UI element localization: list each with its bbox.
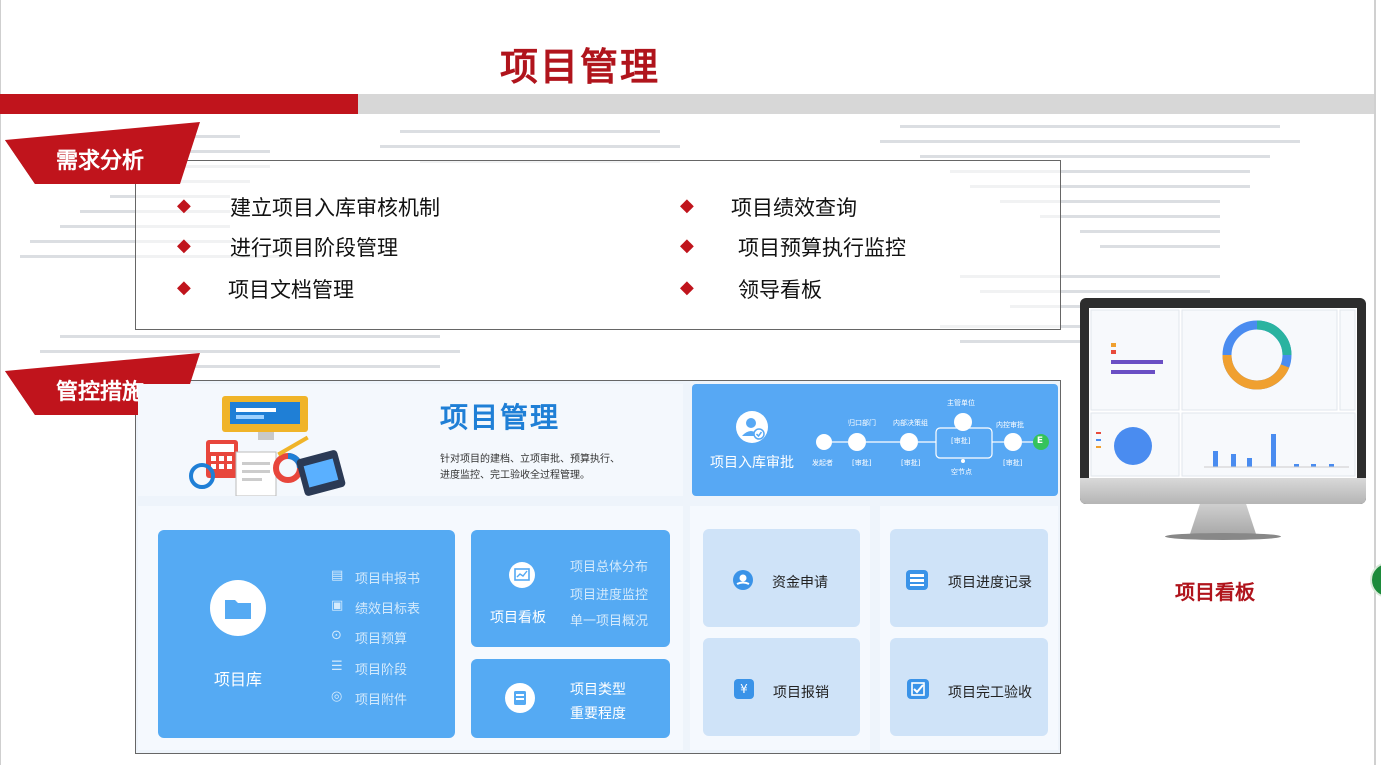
fund-application-label: 资金申请 <box>772 575 828 591</box>
flow-step-tag: [审批] <box>951 437 971 445</box>
fund-hand-icon <box>733 570 753 590</box>
approval-flow-diagram <box>816 413 1049 463</box>
requirement-item: 项目预算执行监控 <box>738 236 906 260</box>
requirement-item: 进行项目阶段管理 <box>230 236 398 260</box>
module-description-line1: 针对项目的建档、立项审批、预算执行、 <box>440 454 620 465</box>
kanban-tile-label: 项目看板 <box>490 610 546 626</box>
library-item[interactable]: 项目预算 <box>355 628 407 647</box>
monitor-screen <box>1089 308 1357 478</box>
requirement-item: 建立项目入库审核机制 <box>230 196 440 220</box>
folder-icon <box>210 580 266 636</box>
report-doc-icon: ▤ <box>331 568 344 583</box>
bullet-diamond-icon: ◆ <box>680 277 694 298</box>
flow-empty-node-label: 空节点 <box>951 468 972 476</box>
flow-step-dept: 归口部门 <box>848 419 876 427</box>
attachment-icon: ◎ <box>331 689 343 704</box>
flow-step-tag: [审批] <box>1003 459 1023 467</box>
project-library-label: 项目库 <box>213 670 262 689</box>
flow-step-internal: 内控审批 <box>996 421 1024 429</box>
monitor-caption: 项目看板 <box>1175 580 1255 604</box>
bullet-diamond-icon: ◆ <box>177 235 191 256</box>
bullet-diamond-icon: ◆ <box>680 195 694 216</box>
monitor-base <box>1165 533 1281 540</box>
checkbox-icon <box>907 679 929 699</box>
reimbursement-label: 项目报销 <box>773 685 829 701</box>
requirement-item: 项目绩效查询 <box>731 196 857 220</box>
module-description-line2: 进度监控、完工验收全过程管理。 <box>440 470 590 481</box>
right-border <box>1374 0 1376 765</box>
reimbursement-yen-icon: ¥ <box>734 679 754 699</box>
chart-doc-icon: ▣ <box>331 598 344 613</box>
type-tile-line1: 项目类型 <box>570 682 626 698</box>
stages-icon: ☰ <box>331 659 343 674</box>
flow-end-label: E <box>1036 436 1044 446</box>
bullet-diamond-icon: ◆ <box>177 277 191 298</box>
yen-icon: ⊙ <box>331 628 342 643</box>
type-tile-line2: 重要程度 <box>570 706 626 722</box>
edge-button[interactable] <box>1370 562 1381 598</box>
kanban-item[interactable]: 单一项目概况 <box>570 610 648 629</box>
kanban-item[interactable]: 项目总体分布 <box>570 556 648 575</box>
library-item[interactable]: 项目申报书 <box>355 568 420 587</box>
approval-title: 项目入库审批 <box>710 455 794 471</box>
bullet-diamond-icon: ◆ <box>680 235 694 256</box>
requirement-item: 项目文档管理 <box>228 278 354 302</box>
title-bar-gray <box>358 94 1374 114</box>
left-border <box>0 0 1 765</box>
page-title: 项目管理 <box>499 45 660 89</box>
completion-acceptance-label: 项目完工验收 <box>948 685 1032 701</box>
progress-record-label: 项目进度记录 <box>948 575 1032 591</box>
dashboard-thumbnail-image <box>1089 308 1357 478</box>
flow-step-initiator: 发起者 <box>812 459 833 467</box>
dashboard-chart-icon <box>509 562 535 588</box>
monitor-chin <box>1080 478 1366 504</box>
library-item[interactable]: 绩效目标表 <box>355 598 420 617</box>
office-illustration-icon <box>189 396 346 496</box>
requirement-item: 领导看板 <box>738 278 822 302</box>
library-item[interactable]: 项目阶段 <box>355 659 407 678</box>
inbox-icon <box>505 683 535 713</box>
monitor-stand <box>1190 504 1256 534</box>
section-label-requirements: 需求分析 <box>55 149 144 174</box>
kanban-item[interactable]: 项目进度监控 <box>570 584 648 603</box>
flow-step-tag: [审批] <box>901 459 921 467</box>
flow-step-tag: [审批] <box>852 459 872 467</box>
library-item[interactable]: 项目附件 <box>355 689 407 708</box>
bullet-diamond-icon: ◆ <box>177 195 191 216</box>
flow-step-committee: 内部决策组 <box>893 419 928 427</box>
flow-step-supervisor: 主管单位 <box>947 399 975 407</box>
server-list-icon <box>906 570 928 590</box>
title-bar-red <box>0 94 358 114</box>
user-check-icon <box>736 411 768 443</box>
module-title: 项目管理 <box>440 401 561 434</box>
project-library-tile[interactable] <box>158 530 455 738</box>
